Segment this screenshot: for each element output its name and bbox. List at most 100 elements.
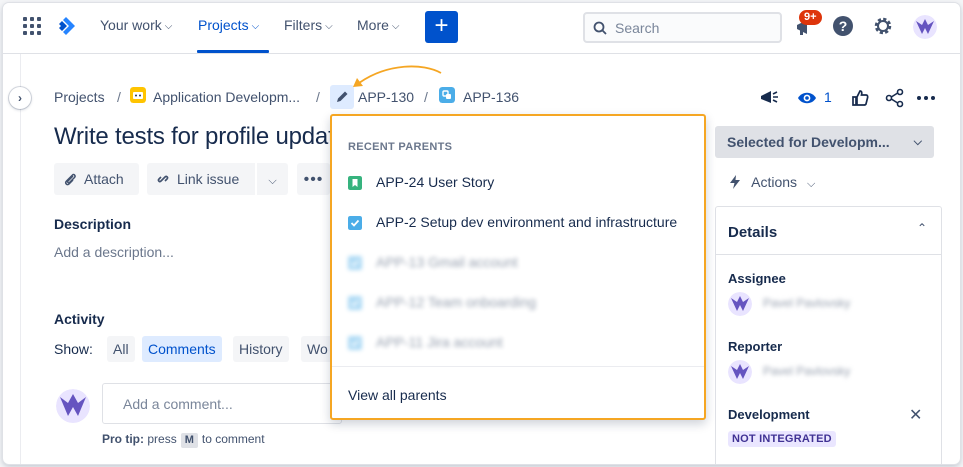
details-panel: Details ⌃ [715, 206, 942, 464]
parent-option[interactable]: APP-11 Jira account [348, 333, 698, 353]
commenter-avatar [56, 389, 90, 423]
gear-icon[interactable] [873, 16, 893, 36]
breadcrumb-projects[interactable]: Projects [54, 89, 105, 105]
jira-issue-window: Your work⌵ Projects⌵ Filters⌵ More⌵ + 9+… [3, 3, 960, 464]
link-issue-button[interactable]: Link issue [147, 163, 255, 195]
task-icon [348, 256, 362, 270]
breadcrumb-parent[interactable]: APP-130 [358, 89, 414, 105]
protip-press: press [147, 432, 177, 446]
reporter-name[interactable]: Pavel Pavlovsky [763, 364, 850, 378]
activity-filter-all[interactable]: All [107, 336, 135, 362]
activity-filter-worklog[interactable]: Wo [301, 336, 334, 362]
details-header[interactable]: Details ⌃ [716, 207, 941, 255]
activity-filter-comments[interactable]: Comments [142, 336, 222, 362]
notification-badge: 9+ [799, 10, 822, 25]
more-actions-button[interactable]: ••• [297, 163, 330, 195]
breadcrumb-separator: / [316, 89, 320, 105]
search-icon [593, 21, 607, 35]
share-icon[interactable] [884, 87, 906, 109]
parent-option-label: APP-11 Jira account [376, 334, 503, 350]
breadcrumb-issue[interactable]: APP-136 [463, 89, 519, 105]
annotation-arrow-icon [353, 65, 442, 87]
recent-parents-heading: RECENT PARENTS [348, 141, 453, 153]
development-label: Development [728, 407, 810, 422]
assignee-avatar[interactable] [728, 292, 752, 316]
top-navigation: Your work⌵ Projects⌵ Filters⌵ More⌵ + 9+… [3, 3, 960, 54]
development-status-badge: NOT INTEGRATED [728, 431, 836, 447]
show-label: Show: [54, 341, 93, 357]
lightning-icon [730, 175, 740, 189]
nav-more-label: More [357, 17, 389, 33]
more-icon: ••• [303, 171, 324, 188]
chevron-down-icon: ⌵ [806, 178, 816, 190]
link-issue-menu-button[interactable]: ⌵ [257, 163, 288, 195]
link-icon [157, 175, 169, 183]
details-title: Details [728, 224, 778, 241]
create-button[interactable]: + [425, 11, 458, 43]
project-avatar-icon [130, 87, 146, 103]
breadcrumb-separator: / [424, 89, 428, 105]
parent-option-label: APP-24 User Story [376, 174, 495, 190]
description-heading: Description [54, 216, 132, 232]
protip-bold: Pro tip: [102, 432, 144, 446]
chevron-right-icon[interactable]: › [9, 87, 31, 109]
close-icon[interactable]: ✕ [909, 405, 922, 425]
reporter-avatar[interactable] [728, 360, 752, 384]
nav-your-work[interactable]: Your work ⌵ [100, 17, 172, 33]
feedback-icon[interactable] [758, 87, 780, 109]
thumbs-up-icon[interactable] [849, 87, 871, 109]
nav-projects-label: Projects [198, 17, 249, 33]
nav-filters-label: Filters [284, 17, 323, 33]
description-placeholder[interactable]: Add a description... [54, 244, 174, 260]
protip-rest: to comment [201, 432, 265, 446]
view-all-parents-link[interactable]: View all parents [348, 387, 447, 403]
reporter-label: Reporter [728, 339, 783, 354]
actions-label: Actions [751, 174, 798, 190]
issue-title[interactable]: Write tests for profile updat [54, 123, 335, 151]
chevron-down-icon: ⌵ [164, 21, 173, 32]
parent-option-label: APP-2 Setup dev environment and infrastr… [376, 214, 678, 230]
parent-option[interactable]: APP-2 Setup dev environment and infrastr… [348, 213, 698, 233]
keyboard-key: M [180, 433, 198, 448]
attach-button[interactable]: Attach [54, 163, 139, 195]
parent-option-label: APP-12 Team onboarding [376, 294, 537, 310]
apps-grid-icon[interactable] [23, 17, 41, 35]
protip: Pro tip: press Mto comment [102, 432, 265, 448]
task-icon [348, 296, 362, 310]
nav-filters[interactable]: Filters ⌵ [284, 17, 333, 33]
chevron-down-icon: ⌵ [913, 136, 922, 148]
parent-option[interactable]: APP-13 Gmail account [348, 253, 698, 273]
breadcrumb-project[interactable]: Application Developm... [153, 89, 300, 105]
search-field[interactable] [583, 12, 782, 43]
paperclip-icon [65, 173, 76, 186]
parent-option[interactable]: APP-24 User Story [348, 173, 698, 193]
eye-icon[interactable] [796, 87, 818, 109]
actions-button[interactable]: Actions ⌵ [728, 174, 815, 191]
chevron-up-icon[interactable]: ⌃ [917, 221, 927, 235]
nav-projects[interactable]: Projects ⌵ [198, 17, 259, 33]
attach-label: Attach [84, 171, 124, 187]
help-icon[interactable]: ? [833, 16, 853, 36]
nav-more[interactable]: More ⌵ [357, 17, 400, 33]
search-input[interactable] [615, 18, 775, 38]
status-dropdown[interactable]: Selected for Developm... ⌵ [715, 126, 934, 158]
chevron-down-icon: ⌵ [268, 175, 277, 187]
chevron-down-icon: ⌵ [325, 21, 333, 32]
comment-box[interactable] [102, 383, 342, 424]
subtask-icon [439, 87, 455, 103]
assignee-label: Assignee [728, 271, 786, 286]
status-label: Selected for Developm... [727, 134, 890, 150]
watch-count[interactable]: 1 [824, 89, 832, 105]
story-icon [348, 176, 362, 190]
chevron-down-icon: ⌵ [391, 21, 400, 32]
more-icon[interactable] [915, 87, 937, 109]
activity-filter-history[interactable]: History [233, 336, 289, 362]
jira-logo-icon[interactable] [55, 15, 77, 37]
parent-picker-dropdown: RECENT PARENTS APP-24 User Story APP-2 S… [330, 114, 706, 420]
parent-option-label: APP-13 Gmail account [376, 254, 518, 270]
user-avatar[interactable] [913, 15, 937, 39]
assignee-name[interactable]: Pavel Pavlovsky [763, 296, 850, 310]
parent-option[interactable]: APP-12 Team onboarding [348, 293, 698, 313]
chevron-down-icon: ⌵ [251, 21, 260, 32]
comment-input[interactable] [123, 395, 323, 413]
